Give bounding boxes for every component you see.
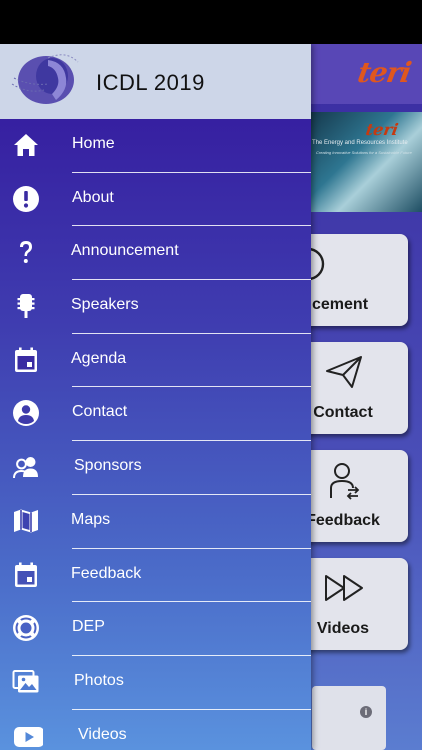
menu-item-label: Agenda — [71, 349, 127, 367]
menu-item-home[interactable]: Home — [0, 119, 311, 173]
menu-item-label: Sponsors — [74, 457, 142, 475]
status-bar — [0, 0, 422, 44]
menu-item-label: Announcement — [71, 242, 179, 260]
menu-item-label: Maps — [71, 510, 111, 528]
menu-item-label: Contact — [72, 403, 128, 421]
teri-logo: teri — [354, 56, 413, 89]
fast-forward-icon — [325, 575, 363, 601]
info-exclamation-icon — [13, 185, 39, 212]
menu-item-dep[interactable]: DEP — [0, 602, 311, 656]
menu-item-label: Home — [72, 135, 115, 152]
menu-item-label: About — [72, 188, 114, 206]
banner-subtitle: Creating Innovative Solutions for a Sust… — [316, 150, 412, 155]
people-icon — [13, 457, 38, 479]
menu-item-agenda[interactable]: Agenda — [0, 334, 311, 388]
menu-item-label: Feedback — [71, 564, 142, 582]
navigation-drawer: ICDL 2019 Home About Announcement Speake… — [0, 44, 311, 750]
banner-title: The Energy and Resources Institute — [312, 140, 408, 146]
calendar-icon — [15, 562, 37, 587]
drawer-menu: Home About Announcement Speakers Agenda … — [0, 119, 311, 750]
info-icon[interactable]: i — [360, 706, 372, 718]
question-mark-icon — [20, 241, 32, 264]
menu-item-sponsors[interactable]: Sponsors — [0, 441, 311, 495]
menu-item-contact[interactable]: Contact — [0, 387, 311, 442]
photos-icon — [12, 669, 39, 693]
menu-item-label: Photos — [74, 671, 124, 689]
home-icon — [14, 134, 38, 156]
menu-item-maps[interactable]: Maps — [0, 495, 311, 549]
banner-logo: teri — [364, 120, 400, 139]
bottom-card[interactable]: i — [312, 686, 386, 750]
teri-banner[interactable]: teri The Energy and Resources Institute … — [310, 112, 422, 212]
feedback-person-icon — [330, 463, 360, 500]
lifebuoy-icon — [13, 615, 39, 642]
menu-item-speakers[interactable]: Speakers — [0, 280, 311, 334]
youtube-icon — [14, 726, 43, 747]
drawer-title: ICDL 2019 — [96, 70, 205, 95]
paper-plane-icon — [326, 356, 362, 388]
icdl-logo-icon — [11, 54, 79, 104]
menu-item-videos[interactable]: Videos — [0, 710, 311, 750]
menu-item-about[interactable]: About — [0, 173, 311, 227]
map-icon — [14, 509, 38, 533]
menu-item-feedback[interactable]: Feedback — [0, 549, 311, 603]
drawer-header: ICDL 2019 — [0, 44, 311, 119]
calendar-icon — [15, 347, 37, 372]
menu-item-label: DEP — [72, 618, 105, 636]
menu-item-label: Videos — [78, 725, 127, 743]
person-icon — [13, 400, 39, 427]
microphone-icon — [17, 294, 35, 319]
menu-item-photos[interactable]: Photos — [0, 656, 311, 710]
menu-item-label: Speakers — [71, 296, 139, 314]
menu-item-announcement[interactable]: Announcement — [0, 226, 311, 281]
